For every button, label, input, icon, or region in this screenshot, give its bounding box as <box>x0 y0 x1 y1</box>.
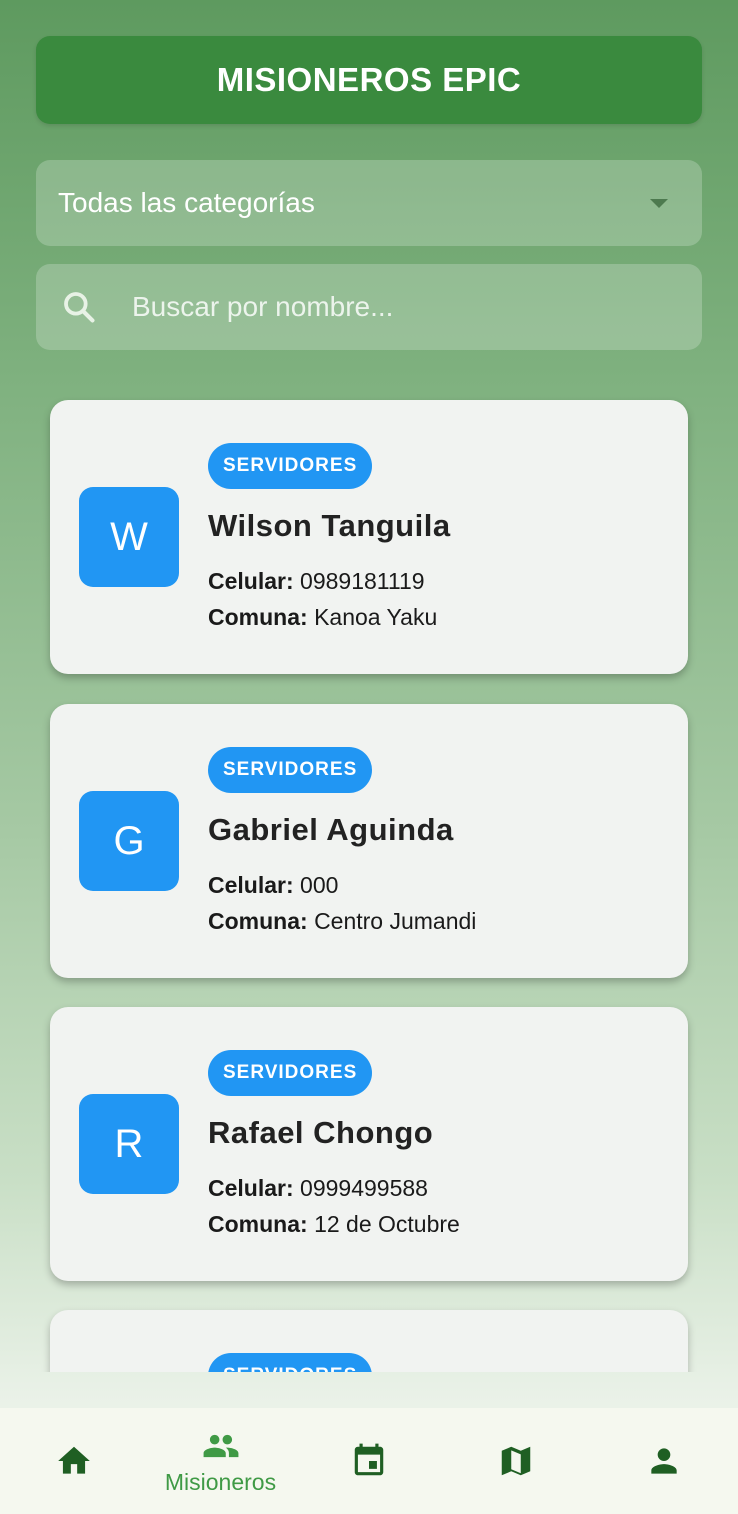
avatar: G <box>79 791 179 891</box>
community-label: Comuna: <box>208 908 308 934</box>
search-bar[interactable] <box>36 264 702 350</box>
phone-line: Celular: 0989181119 <box>208 568 425 595</box>
calendar-icon <box>354 1443 383 1476</box>
bottom-navigation: Misioneros <box>0 1408 738 1514</box>
category-badge: SERVIDORES <box>208 1353 373 1372</box>
phone-line: Celular: 000 <box>208 872 338 899</box>
phone-line: Celular: 0999499588 <box>208 1175 428 1202</box>
missionary-card[interactable]: SERVIDORES <box>50 1310 688 1372</box>
missionary-card[interactable]: W SERVIDORES Wilson Tanguila Celular: 09… <box>50 400 688 674</box>
missionary-card[interactable]: R SERVIDORES Rafael Chongo Celular: 0999… <box>50 1007 688 1281</box>
missionary-name: Rafael Chongo <box>208 1115 434 1150</box>
nav-label-misioneros: Misioneros <box>164 1468 277 1495</box>
nav-item-calendar[interactable] <box>295 1408 442 1514</box>
missionary-name: Wilson Tanguila <box>208 508 451 543</box>
chevron-down-icon <box>650 198 668 208</box>
nav-item-map[interactable] <box>442 1408 589 1514</box>
category-badge: SERVIDORES <box>208 747 373 793</box>
community-value: Centro Jumandi <box>314 908 477 934</box>
map-icon <box>501 1446 530 1476</box>
phone-value: 000 <box>300 872 339 898</box>
nav-item-home[interactable] <box>0 1408 147 1514</box>
category-badge: SERVIDORES <box>208 443 373 489</box>
phone-label: Celular: <box>208 872 294 898</box>
community-value: Kanoa Yaku <box>314 604 438 630</box>
community-label: Comuna: <box>208 604 308 630</box>
people-icon <box>203 1434 238 1457</box>
community-label: Comuna: <box>208 1211 308 1237</box>
app-title: MISIONEROS EPIC <box>36 36 702 124</box>
missionary-name: Gabriel Aguinda <box>208 812 454 847</box>
phone-value: 0999499588 <box>300 1175 428 1201</box>
phone-label: Celular: <box>208 568 294 594</box>
missionary-list[interactable]: W SERVIDORES Wilson Tanguila Celular: 09… <box>0 380 738 1372</box>
phone-label: Celular: <box>208 1175 294 1201</box>
avatar: R <box>79 1094 179 1194</box>
community-value: 12 de Octubre <box>314 1211 460 1237</box>
search-input[interactable] <box>130 290 654 324</box>
community-line: Comuna: Centro Jumandi <box>208 908 476 935</box>
home-icon <box>57 1446 90 1474</box>
nav-item-misioneros[interactable]: Misioneros <box>147 1408 294 1514</box>
community-line: Comuna: Kanoa Yaku <box>208 604 437 631</box>
person-icon <box>650 1448 677 1474</box>
category-dropdown[interactable]: Todas las categorías <box>36 160 702 246</box>
search-icon <box>64 292 95 323</box>
missionary-card[interactable]: G SERVIDORES Gabriel Aguinda Celular: 00… <box>50 704 688 978</box>
avatar: W <box>79 487 179 587</box>
phone-value: 0989181119 <box>300 568 425 594</box>
nav-item-profile[interactable] <box>590 1408 737 1514</box>
category-badge: SERVIDORES <box>208 1050 373 1096</box>
category-dropdown-value: Todas las categorías <box>58 187 315 218</box>
community-line: Comuna: 12 de Octubre <box>208 1211 460 1238</box>
